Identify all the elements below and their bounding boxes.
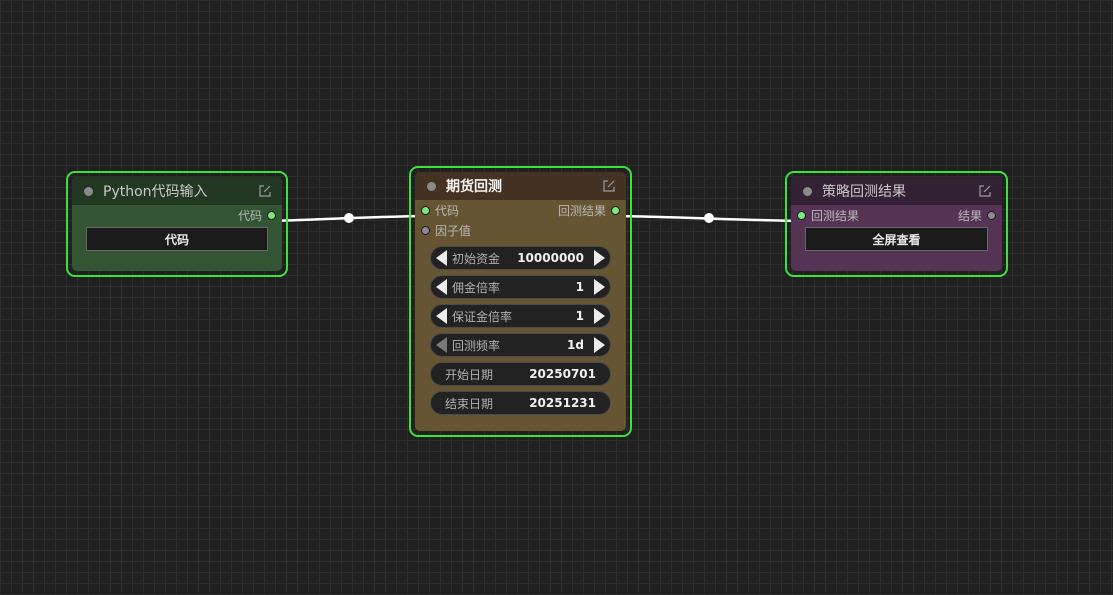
node-title-bar[interactable]: Python代码输入 [72, 177, 282, 205]
widget-label: 回测频率 [452, 338, 501, 353]
edit-icon[interactable] [978, 184, 992, 198]
output-slot-dot[interactable] [267, 210, 276, 220]
input-slot-dot[interactable] [421, 205, 430, 215]
output-slot-label: 代码 [237, 208, 262, 223]
widget-label: 保证金倍率 [452, 309, 513, 324]
collapse-dot-icon[interactable] [84, 186, 93, 196]
widget-label: 结束日期 [445, 396, 494, 411]
graph-canvas[interactable]: Python代码输入 代码 代码 期货回测 代码 回测结果 因子值 初始资金 1… [0, 0, 1113, 595]
fullscreen-view-button[interactable]: 全屏查看 [805, 227, 988, 251]
input-slot-dot[interactable] [421, 225, 430, 235]
decrement-arrow-icon[interactable] [436, 279, 447, 295]
previous-option-arrow-icon[interactable] [436, 337, 447, 353]
widget-value[interactable]: 1d [500, 338, 594, 352]
widget-label: 开始日期 [445, 367, 494, 382]
increment-arrow-icon[interactable] [594, 250, 605, 266]
link-code [271, 214, 426, 223]
input-slot-dot[interactable] [797, 210, 806, 220]
node-title: 策略回测结果 [822, 184, 906, 200]
code-button[interactable]: 代码 [86, 227, 268, 251]
widget-label: 初始资金 [452, 251, 501, 266]
node-title-bar[interactable]: 策略回测结果 [791, 177, 1002, 205]
widget-value[interactable]: 1 [500, 280, 594, 294]
edit-icon[interactable] [258, 184, 272, 198]
output-slot-label: 结果 [957, 208, 982, 223]
input-slot-code[interactable]: 代码 [421, 200, 459, 220]
output-slot-code[interactable]: 代码 [238, 205, 276, 225]
widget-value[interactable]: 20250701 [493, 367, 610, 381]
node-title-bar[interactable]: 期货回测 [415, 172, 626, 200]
increment-arrow-icon[interactable] [594, 308, 605, 324]
output-slot-dot[interactable] [987, 210, 996, 220]
widget-value[interactable]: 10000000 [500, 251, 594, 265]
next-option-arrow-icon[interactable] [594, 337, 605, 353]
widget-end-date[interactable]: 结束日期 20251231 [430, 391, 611, 415]
node-python-code-input[interactable]: Python代码输入 代码 代码 [66, 171, 288, 277]
widget-margin-multiplier[interactable]: 保证金倍率 1 [430, 304, 611, 328]
decrement-arrow-icon[interactable] [436, 308, 447, 324]
collapse-dot-icon[interactable] [427, 181, 436, 191]
node-futures-backtest[interactable]: 期货回测 代码 回测结果 因子值 初始资金 10000000 佣金倍率 1 保证… [409, 166, 632, 437]
input-slot-label: 回测结果 [811, 208, 860, 223]
node-strategy-backtest-result[interactable]: 策略回测结果 回测结果 结果 全屏查看 [785, 171, 1008, 277]
increment-arrow-icon[interactable] [594, 279, 605, 295]
link-backtest-result-midpoint [704, 213, 714, 223]
output-slot-dot[interactable] [611, 205, 620, 215]
decrement-arrow-icon[interactable] [436, 250, 447, 266]
input-slot-backtest-result[interactable]: 回测结果 [797, 205, 859, 225]
widget-value[interactable]: 1 [512, 309, 594, 323]
collapse-dot-icon[interactable] [803, 186, 812, 196]
node-title: 期货回测 [446, 179, 502, 195]
widget-backtest-frequency[interactable]: 回测频率 1d [430, 333, 611, 357]
link-backtest-result [615, 214, 802, 223]
slot-row: 回测结果 结果 [791, 205, 1002, 225]
slot-row: 代码 回测结果 [415, 200, 626, 220]
slot-row: 代码 [72, 205, 282, 225]
output-slot-label: 回测结果 [557, 203, 606, 218]
output-slot-backtest-result[interactable]: 回测结果 [558, 200, 620, 220]
input-slot-label: 因子值 [435, 223, 472, 238]
widget-value[interactable]: 20251231 [493, 396, 610, 410]
output-slot-result[interactable]: 结果 [958, 205, 996, 225]
input-slot-label: 代码 [435, 203, 460, 218]
link-code-midpoint [344, 213, 354, 223]
node-title: Python代码输入 [103, 184, 208, 200]
widget-start-date[interactable]: 开始日期 20250701 [430, 362, 611, 386]
input-slot-factor-value[interactable]: 因子值 [421, 220, 471, 240]
slot-row: 因子值 [415, 220, 626, 240]
widget-label: 佣金倍率 [452, 280, 501, 295]
edit-icon[interactable] [602, 179, 616, 193]
widget-initial-capital[interactable]: 初始资金 10000000 [430, 246, 611, 270]
widget-commission-multiplier[interactable]: 佣金倍率 1 [430, 275, 611, 299]
